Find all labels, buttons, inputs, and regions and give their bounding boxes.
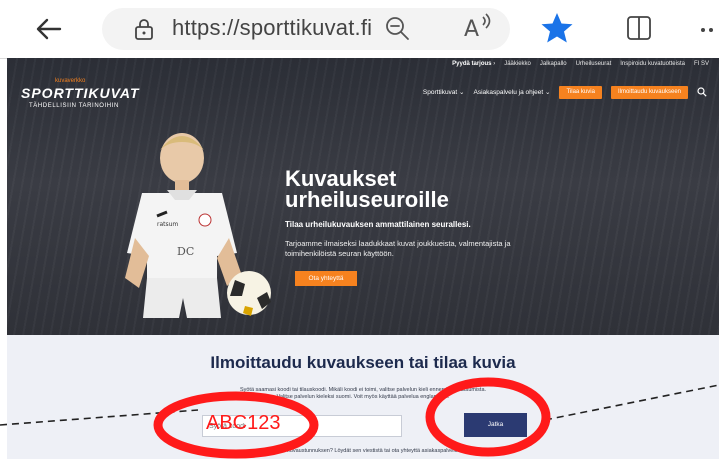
lock-icon[interactable] [134, 18, 154, 40]
hero-description: Tarjoamme ilmaiseksi laadukkaat kuvat jo… [285, 239, 511, 258]
web-page: Pyydä tarjous › Jääkiekko Jalkapallo Urh… [7, 58, 719, 459]
logo-subtitle: TÄHDELLISIIN TARINOIHIN [29, 103, 119, 109]
main-navigation: Sporttikuvat ⌄ Asiakaspalvelu ja ohjeet … [423, 84, 707, 100]
signup-info-line-1: Syötä saamasi koodi tai tilauskoodi. Mik… [239, 387, 487, 393]
top-link-products[interactable]: Inspiroidu kuvatuotteista [620, 61, 685, 67]
svg-text:ratsum: ratsum [157, 221, 178, 228]
top-link-ice-hockey[interactable]: Jääkiekko [504, 61, 531, 67]
top-link-sports-clubs[interactable]: Urheiluseurat [576, 61, 612, 67]
browser-toolbar: https://sporttikuvat.fi A [0, 0, 719, 59]
svg-text:A: A [464, 17, 479, 42]
top-links: Pyydä tarjous › Jääkiekko Jalkapallo Urh… [452, 58, 709, 70]
read-aloud-icon[interactable]: A [462, 12, 492, 42]
url-text[interactable]: https://sporttikuvat.fi [172, 15, 372, 41]
continue-button[interactable]: Jatka [464, 413, 527, 437]
svg-text:DC: DC [177, 245, 194, 258]
annotation-typed-code: ABC123 [206, 412, 281, 434]
top-link-football[interactable]: Jalkapallo [540, 61, 567, 67]
signup-shoot-button[interactable]: Ilmoittaudu kuvaukseen [610, 85, 688, 99]
logo-name: SPORTTIKUVAT [21, 85, 140, 101]
signup-section: Ilmoittaudu kuvaukseen tai tilaa kuvia S… [7, 335, 719, 459]
favorite-star-icon[interactable] [540, 11, 574, 45]
nav-sporttikuvat[interactable]: Sporttikuvat ⌄ [423, 88, 465, 96]
more-icon[interactable] [700, 27, 719, 33]
hero-player-image: ratsum DC [125, 133, 271, 318]
nav-customer-service[interactable]: Asiakaspalvelu ja ohjeet ⌄ [473, 88, 550, 96]
back-arrow-icon[interactable] [32, 12, 66, 46]
hero-title: Kuvaukset urheiluseuroille [285, 166, 449, 212]
signup-footer-text: Unohditko kuvaustunnuksen? Löydät sen vi… [260, 448, 466, 454]
contact-us-button[interactable]: Ota yhteyttä [295, 271, 357, 286]
zoom-out-icon[interactable] [383, 14, 411, 42]
site-logo[interactable]: kuvaverkko SPORTTIKUVAT TÄHDELLISIIN TAR… [21, 78, 141, 112]
search-icon[interactable] [697, 87, 707, 97]
top-link-request-offer[interactable]: Pyydä tarjous › [452, 61, 495, 67]
signup-info: Syötä saamasi koodi tai tilauskoodi. Mik… [7, 387, 719, 401]
signup-info-line-2: Valitse palvelun kieleksi suomi. Voit my… [276, 394, 450, 400]
hero-subtitle: Tilaa urheilukuvauksen ammattilainen seu… [285, 220, 471, 229]
hero-section: Pyydä tarjous › Jääkiekko Jalkapallo Urh… [7, 58, 719, 335]
order-photos-button[interactable]: Tilaa kuvia [559, 85, 602, 99]
signup-title: Ilmoittaudu kuvaukseen tai tilaa kuvia [210, 353, 516, 372]
language-switch[interactable]: FI SV [694, 61, 709, 67]
split-screen-icon[interactable] [626, 14, 652, 42]
logo-tagline: kuvaverkko [55, 78, 86, 84]
